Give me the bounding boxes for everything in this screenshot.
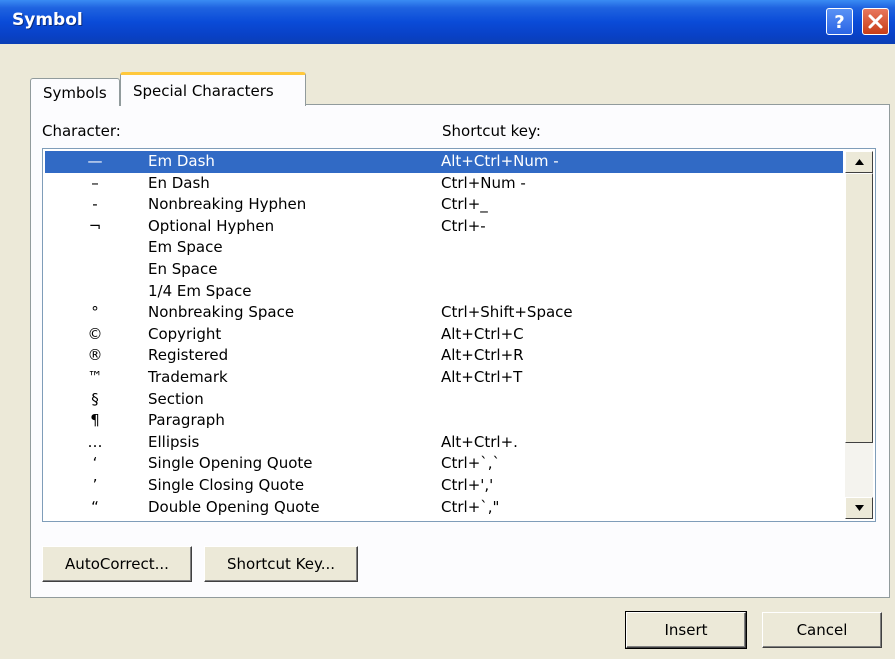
tab-symbols[interactable]: Symbols (30, 78, 120, 106)
character-symbol: … (87, 432, 103, 451)
shortcut-key-button[interactable]: Shortcut Key... (204, 546, 358, 582)
autocorrect-button[interactable]: AutoCorrect... (42, 546, 192, 582)
character-symbol: — (87, 152, 103, 170)
cancel-button[interactable]: Cancel (762, 612, 882, 648)
tab-symbols-label: Symbols (43, 84, 107, 102)
list-item[interactable]: ® Registered Alt+Ctrl+R (45, 345, 843, 367)
character-symbol: ™ (87, 367, 103, 386)
character-shortcut: Ctrl+_ (441, 195, 488, 214)
character-symbol: § (91, 389, 99, 408)
character-name: Single Opening Quote (148, 454, 313, 473)
list-item[interactable]: — Em Dash Alt+Ctrl+Num - (45, 151, 843, 173)
tab-special-characters-label: Special Characters (133, 82, 274, 100)
character-name: Paragraph (148, 411, 225, 430)
list-item[interactable]: - Nonbreaking Hyphen Ctrl+_ (45, 194, 843, 216)
character-symbol: © (87, 324, 103, 343)
character-shortcut: Alt+Ctrl+. (441, 432, 518, 451)
character-shortcut: Ctrl+',' (441, 475, 494, 494)
character-symbol: ° (91, 303, 99, 322)
arrow-up-icon (855, 159, 864, 165)
list-item[interactable]: – En Dash Ctrl+Num - (45, 173, 843, 195)
vertical-scrollbar[interactable] (845, 151, 873, 519)
list-item[interactable]: ° Nonbreaking Space Ctrl+Shift+Space (45, 302, 843, 324)
character-name: Section (148, 389, 204, 408)
list-rows: — Em Dash Alt+Ctrl+Num - – En Dash Ctrl+Num -… (45, 151, 843, 517)
character-name: Em Space (148, 238, 223, 257)
character-shortcut: Alt+Ctrl+Num - (441, 152, 559, 170)
insert-button[interactable]: Insert (625, 611, 747, 649)
close-button[interactable] (862, 8, 889, 35)
column-header-character: Character: (42, 122, 121, 140)
list-item[interactable]: ‘ Single Opening Quote Ctrl+`,` (45, 453, 843, 475)
character-symbol: ¶ (90, 411, 100, 430)
symbol-dialog: Symbol ? Symbols Special Characters Char… (0, 0, 895, 659)
character-name: Copyright (148, 324, 222, 343)
character-shortcut: Ctrl+`,` (441, 454, 501, 473)
character-name: Nonbreaking Hyphen (148, 195, 307, 214)
character-name: Double Opening Quote (148, 497, 320, 516)
list-item[interactable]: “ Double Opening Quote Ctrl+`," (45, 497, 843, 518)
window-title: Symbol (12, 10, 83, 30)
character-name: En Space (148, 259, 218, 278)
character-shortcut: Ctrl+- (441, 216, 486, 235)
column-header-shortcut: Shortcut key: (442, 122, 541, 140)
character-symbol: ’ (92, 475, 98, 494)
list-item[interactable]: Em Space (45, 237, 843, 259)
list-item[interactable]: … Ellipsis Alt+Ctrl+. (45, 432, 843, 454)
list-item[interactable]: 1/4 Em Space (45, 281, 843, 303)
character-symbol: ® (87, 346, 103, 365)
character-shortcut: Ctrl+`," (441, 497, 500, 516)
list-item[interactable]: ¬ Optional Hyphen Ctrl+- (45, 216, 843, 238)
scroll-thumb[interactable] (845, 173, 873, 443)
character-name: Nonbreaking Space (148, 303, 295, 322)
character-name: En Dash (148, 173, 210, 192)
character-name: Registered (148, 346, 229, 365)
character-name: Em Dash (148, 152, 215, 170)
list-item[interactable]: ™ Trademark Alt+Ctrl+T (45, 367, 843, 389)
character-name: Trademark (148, 367, 228, 386)
scroll-down-button[interactable] (845, 497, 873, 519)
list-item[interactable]: © Copyright Alt+Ctrl+C (45, 324, 843, 346)
list-item[interactable]: § Section (45, 389, 843, 411)
tab-special-characters[interactable]: Special Characters (120, 72, 306, 106)
character-name: 1/4 Em Space (148, 281, 252, 300)
character-symbol: – (91, 173, 99, 192)
character-shortcut: Alt+Ctrl+C (441, 324, 524, 343)
title-bar[interactable]: Symbol ? (0, 0, 895, 44)
help-button[interactable]: ? (826, 8, 853, 35)
scroll-up-button[interactable] (845, 151, 873, 173)
character-symbol: ‘ (92, 454, 98, 473)
character-name: Optional Hyphen (148, 216, 275, 235)
character-name: Single Closing Quote (148, 475, 305, 494)
list-item[interactable]: ¶ Paragraph (45, 410, 843, 432)
character-shortcut: Alt+Ctrl+R (441, 346, 524, 365)
help-icon: ? (834, 12, 845, 33)
character-shortcut: Ctrl+Num - (441, 173, 526, 192)
character-symbol: - (92, 195, 98, 214)
list-item[interactable]: ’ Single Closing Quote Ctrl+',' (45, 475, 843, 497)
character-shortcut: Ctrl+Shift+Space (441, 303, 573, 322)
special-characters-list[interactable]: — Em Dash Alt+Ctrl+Num - – En Dash Ctrl+Num -… (42, 148, 876, 522)
character-name: Ellipsis (148, 432, 200, 451)
character-symbol: ¬ (88, 216, 102, 235)
list-item[interactable]: En Space (45, 259, 843, 281)
arrow-down-icon (855, 505, 864, 511)
character-symbol: “ (91, 497, 99, 516)
character-shortcut: Alt+Ctrl+T (441, 367, 523, 386)
close-icon (868, 14, 883, 29)
